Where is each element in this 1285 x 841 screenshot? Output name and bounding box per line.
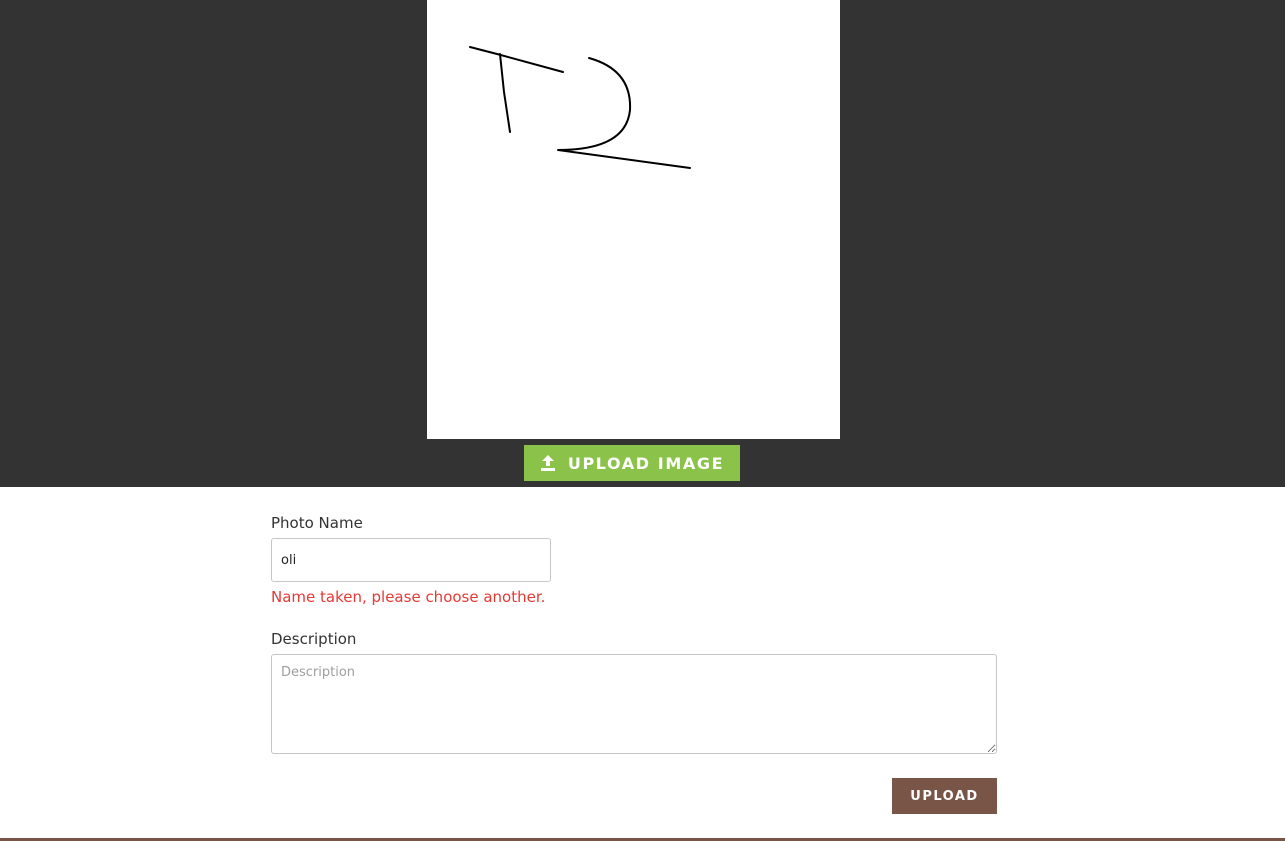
photo-name-error: Name taken, please choose another. — [271, 588, 546, 606]
sketch-stroke — [499, 53, 511, 133]
sketch-stroke — [557, 57, 691, 169]
photo-name-input[interactable] — [271, 538, 551, 582]
upload-button[interactable]: UPLOAD — [892, 778, 997, 814]
drawing-canvas[interactable] — [427, 0, 840, 439]
upload-image-button[interactable]: UPLOAD IMAGE — [524, 445, 740, 481]
description-label: Description — [271, 630, 357, 648]
sketch-stroke — [469, 46, 564, 73]
photo-name-label: Photo Name — [271, 514, 363, 532]
sketch-drawing — [469, 46, 691, 169]
upload-image-label: UPLOAD IMAGE — [567, 453, 725, 473]
upload-icon — [540, 454, 556, 472]
description-textarea[interactable] — [271, 654, 997, 754]
image-panel: UPLOAD IMAGE — [0, 0, 1285, 487]
